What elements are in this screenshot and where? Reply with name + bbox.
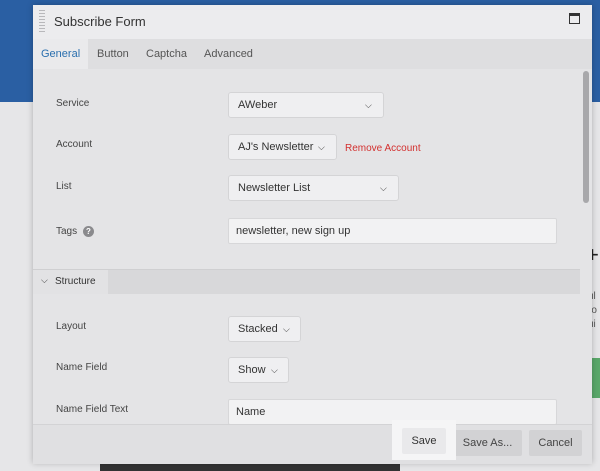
chevron-down-icon: ⌵ — [318, 142, 325, 152]
save-button[interactable]: Save — [402, 428, 446, 454]
save-as-button[interactable]: Save As... — [453, 430, 522, 456]
name-field-select[interactable]: Show ⌵ — [228, 357, 289, 383]
scrollbar-thumb[interactable] — [583, 71, 589, 203]
service-label: Service — [56, 98, 90, 109]
chevron-down-icon: ⌵ — [41, 275, 48, 285]
layout-label: Layout — [56, 321, 87, 332]
list-value: Newsletter List — [238, 182, 311, 194]
list-label: List — [56, 181, 72, 192]
tags-input[interactable]: newsletter, new sign up — [228, 218, 557, 244]
layout-select[interactable]: Stacked ⌵ — [228, 316, 301, 342]
chevron-down-icon: ⌵ — [365, 100, 372, 110]
name-field-text-label: Name Field Text — [56, 404, 129, 415]
modal-titlebar[interactable]: Subscribe Form — [33, 5, 592, 39]
remove-account-link[interactable]: Remove Account — [345, 143, 421, 154]
service-select[interactable]: AWeber ⌵ — [228, 92, 384, 118]
settings-content[interactable]: Service AWeber ⌵ Account AJ's Newsletter… — [33, 69, 580, 424]
account-value: AJ's Newsletter — [238, 141, 314, 153]
cancel-button[interactable]: Cancel — [529, 430, 582, 456]
tab-button[interactable]: Button — [89, 39, 137, 69]
tab-captcha[interactable]: Captcha — [138, 39, 195, 69]
account-label: Account — [56, 139, 93, 150]
drag-handle-icon[interactable] — [39, 10, 45, 34]
structure-section-label: Structure — [55, 276, 96, 287]
service-value: AWeber — [238, 99, 278, 111]
modal-title: Subscribe Form — [54, 14, 146, 29]
structure-section-header[interactable]: ⌵ Structure — [33, 269, 580, 294]
tab-general[interactable]: General — [33, 39, 89, 69]
chevron-down-icon: ⌵ — [380, 183, 387, 193]
name-field-value: Show — [238, 364, 266, 376]
maximize-icon[interactable] — [569, 13, 580, 24]
chevron-down-icon: ⌵ — [283, 324, 290, 334]
tags-label: Tags — [56, 226, 78, 237]
account-select[interactable]: AJ's Newsletter ⌵ — [228, 134, 337, 160]
name-field-label: Name Field — [56, 362, 108, 373]
tab-bar: General Button Captcha Advanced — [33, 39, 592, 69]
help-icon[interactable]: ? — [83, 226, 94, 237]
settings-modal: Subscribe Form General Button Captcha Ad… — [33, 5, 592, 464]
layout-value: Stacked — [238, 323, 278, 335]
chevron-down-icon: ⌵ — [271, 365, 278, 375]
list-select[interactable]: Newsletter List ⌵ — [228, 175, 399, 201]
tab-advanced[interactable]: Advanced — [196, 39, 261, 69]
